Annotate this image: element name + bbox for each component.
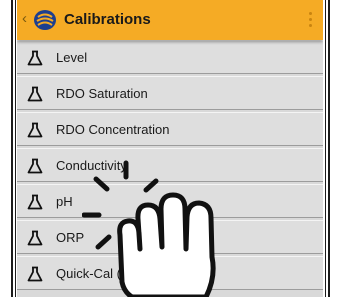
frame-left-border-inner — [15, 0, 16, 297]
frame-right-border — [325, 0, 326, 297]
list-item-label: pH — [56, 194, 73, 209]
frame-left-border — [11, 0, 13, 297]
list-item-label: ORP — [56, 230, 85, 245]
flask-icon — [27, 194, 43, 210]
tap-hand-icon — [82, 160, 216, 297]
app-header: ‹ Calibrations — [17, 0, 323, 40]
flask-icon — [27, 86, 43, 102]
flask-icon — [27, 50, 43, 66]
flask-icon — [27, 122, 43, 138]
chevron-left-icon[interactable]: ‹ — [22, 10, 27, 28]
flask-icon — [27, 158, 43, 174]
flask-icon — [27, 266, 43, 282]
list-item-level[interactable]: Level — [17, 40, 323, 74]
more-vertical-icon[interactable] — [309, 12, 313, 28]
list-item-label: Level — [56, 50, 88, 65]
page-title: Calibrations — [64, 11, 151, 28]
phone-screen: ‹ Calibrations Level RDO Saturation RDO … — [17, 0, 323, 297]
list-item-label: RDO Concentration — [56, 122, 170, 137]
app-logo-icon[interactable] — [33, 8, 57, 32]
frame-right-border-outer — [328, 0, 330, 297]
list-item-label: RDO Saturation — [56, 86, 148, 101]
list-item-rdo-concentration[interactable]: RDO Concentration — [17, 112, 323, 146]
list-item-rdo-saturation[interactable]: RDO Saturation — [17, 76, 323, 110]
flask-icon — [27, 230, 43, 246]
